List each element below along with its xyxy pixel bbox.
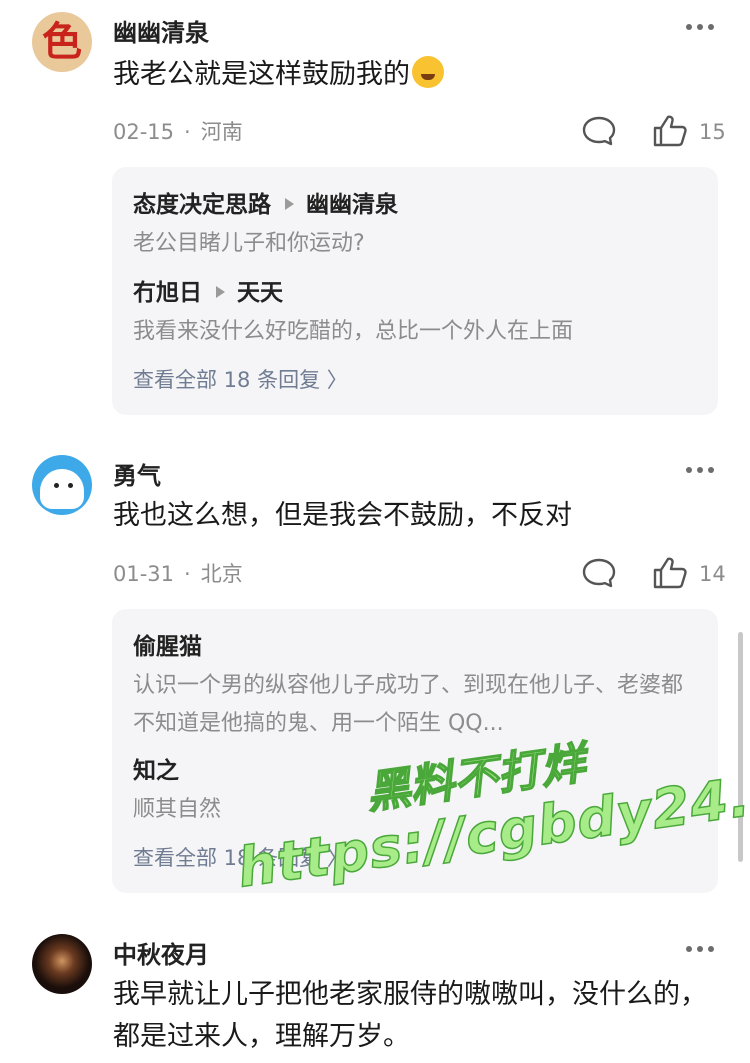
comment-bubble-icon[interactable] bbox=[582, 558, 616, 588]
comment-text: 我也这么想，但是我会不鼓励，不反对 bbox=[113, 500, 572, 531]
reply-author[interactable]: 态度决定思路 幽幽清泉 bbox=[133, 189, 398, 221]
like-count: 15 bbox=[699, 120, 726, 144]
avatar[interactable] bbox=[32, 934, 92, 994]
scrollbar[interactable] bbox=[738, 632, 743, 862]
comment-location: 北京 bbox=[200, 562, 243, 586]
comment-meta: 02-15 · 河南 bbox=[113, 120, 243, 144]
laughing-crying-emoji-icon bbox=[412, 56, 444, 88]
reply-box: 态度决定思路 幽幽清泉 老公目睹儿子和你运动? 冇旭日 天天 我看来没什么好吃醋的，… bbox=[112, 167, 718, 415]
reply-text: 老公目睹儿子和你运动? bbox=[133, 231, 365, 256]
commenter-name[interactable]: 中秋夜月 bbox=[113, 940, 209, 970]
like-count: 14 bbox=[699, 562, 726, 586]
comment-location: 河南 bbox=[200, 120, 243, 144]
commenter-name[interactable]: 勇气 bbox=[113, 461, 161, 491]
reply-text: 我看来没什么好吃醋的，总比一个外人在上面 bbox=[133, 319, 574, 344]
thumbs-up-icon[interactable] bbox=[652, 114, 688, 148]
reply-arrow-icon bbox=[285, 198, 294, 210]
reply-arrow-icon bbox=[216, 286, 225, 298]
reply-author[interactable]: 冇旭日 天天 bbox=[133, 277, 283, 309]
reply-text: 顺其自然 bbox=[133, 797, 222, 822]
comment-date: 01-31 bbox=[113, 562, 175, 586]
view-all-replies-link[interactable]: 查看全部 18 条回复 〉 bbox=[133, 843, 348, 873]
reply-author[interactable]: 偷腥猫 bbox=[133, 631, 202, 663]
avatar-glyph: 色 bbox=[42, 19, 82, 65]
comment-date: 02-15 bbox=[113, 120, 175, 144]
reply-text: 认识一个男的纵容他儿子成功了、到现在他儿子、老婆都不知道是他搞的鬼、用一个陌生 … bbox=[133, 673, 684, 736]
reply-box: 偷腥猫 认识一个男的纵容他儿子成功了、到现在他儿子、老婆都不知道是他搞的鬼、用一… bbox=[112, 609, 718, 893]
more-dots-icon[interactable] bbox=[686, 467, 714, 473]
more-dots-icon[interactable] bbox=[686, 24, 714, 30]
avatar[interactable]: 色 bbox=[32, 12, 92, 72]
reply-author[interactable]: 知之 bbox=[133, 755, 179, 787]
comment-bubble-icon[interactable] bbox=[582, 116, 616, 146]
thumbs-up-icon[interactable] bbox=[652, 556, 688, 590]
commenter-name[interactable]: 幽幽清泉 bbox=[113, 18, 209, 48]
comment-text: 我早就让儿子把他老家服侍的嗷嗷叫，没什么的，都是过来人，理解万岁。 bbox=[113, 979, 707, 1052]
comment-text: 我老公就是这样鼓励我的 bbox=[113, 54, 713, 96]
more-dots-icon[interactable] bbox=[686, 946, 714, 952]
avatar[interactable] bbox=[32, 455, 92, 515]
view-all-replies-link[interactable]: 查看全部 18 条回复 〉 bbox=[133, 365, 348, 395]
comment-meta: 01-31 · 北京 bbox=[113, 562, 243, 586]
